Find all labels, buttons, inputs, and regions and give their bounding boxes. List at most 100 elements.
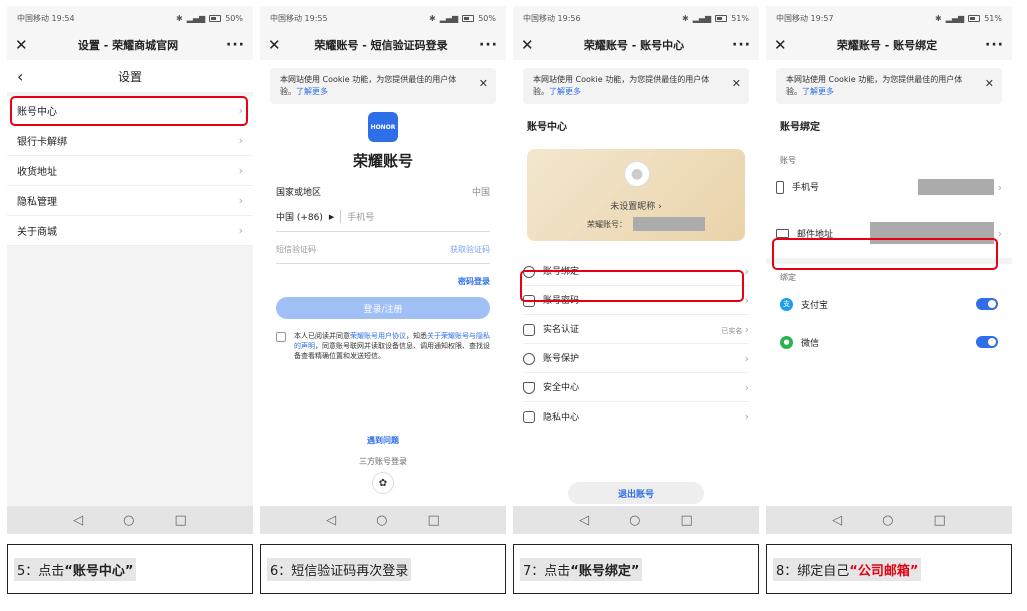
back-nav-icon[interactable]: ◁ <box>73 513 83 528</box>
section-title: 账号绑定 <box>780 122 820 133</box>
step-caption-5: 5：点击“账号中心” <box>7 544 253 594</box>
close-icon[interactable]: ✕ <box>732 78 741 90</box>
highlight-box <box>520 270 744 302</box>
problem-link[interactable]: 遇到问题 <box>260 435 506 446</box>
cookie-learn-more-link[interactable]: 了解更多 <box>296 87 328 96</box>
battery-icon <box>968 14 981 22</box>
agreement-text-a: 本人已阅读并同意 <box>294 332 350 340</box>
region-label: 国家或地区 <box>276 188 322 198</box>
phone-screen-3: 中国移动 19:56 ✱ ▂▄▆ 51% ✕ 荣耀账号 - 账号中心 ··· 本网站… <box>513 6 759 534</box>
caption-text: 7：点击“账号绑定” <box>520 557 643 581</box>
more-icon[interactable]: ··· <box>478 37 498 53</box>
huawei-login-icon[interactable]: ✿ <box>372 472 394 494</box>
settings-item-about[interactable]: 关于商城 › <box>7 216 253 246</box>
cookie-banner: 本网站使用 Cookie 功能，为您提供最佳的用户体验。了解更多 ✕ <box>776 68 1002 104</box>
signal-icon: ▂▄▆ <box>692 13 712 23</box>
cookie-learn-more-link[interactable]: 了解更多 <box>802 87 834 96</box>
carrier-time: 中国移动 19:54 <box>17 13 75 23</box>
step-caption-6: 6：短信验证码再次登录 <box>260 544 506 594</box>
wechat-label: 微信 <box>801 338 820 349</box>
region-value: 中国 <box>471 188 490 198</box>
phone-input[interactable]: 手机号 <box>340 210 374 223</box>
sms-input-row: 短信验证码 获取验证码 <box>276 244 490 264</box>
phone-binding-row[interactable]: 手机号 › <box>776 172 1002 202</box>
signal-icon: ▂▄▆ <box>945 13 965 23</box>
home-nav-icon[interactable]: ○ <box>882 513 893 528</box>
close-icon[interactable]: ✕ <box>985 78 994 90</box>
chevron-right-icon: › <box>744 264 749 278</box>
region-row[interactable]: 国家或地区 中国 <box>260 185 506 198</box>
more-icon[interactable]: ··· <box>984 37 1004 53</box>
recents-nav-icon[interactable]: □ <box>175 513 187 528</box>
close-icon[interactable]: ✕ <box>521 36 537 54</box>
nickname-row[interactable]: 未设置昵称 › <box>527 199 745 212</box>
android-nav-bar: ◁ ○ □ <box>260 506 506 534</box>
settings-header: ‹ 设置 <box>7 60 253 92</box>
android-nav-bar: ◁ ○ □ <box>766 506 1012 534</box>
bind-section-label: 绑定 <box>780 273 796 282</box>
signal-icon: ▂▄▆ <box>186 13 206 23</box>
menu-item-security[interactable]: 安全中心 › <box>523 373 749 402</box>
caret-right-icon: ▶ <box>328 212 335 221</box>
battery-percent: 50% <box>478 13 496 23</box>
more-icon[interactable]: ··· <box>225 37 245 53</box>
recents-nav-icon[interactable]: □ <box>428 513 440 528</box>
chevron-right-icon: › <box>744 410 749 423</box>
caption-strong: “账号中心” <box>64 563 134 579</box>
chevron-right-icon: › <box>744 322 749 336</box>
menu-item-real-name[interactable]: 实名认证 已实名 › <box>523 315 749 344</box>
login-register-button[interactable]: 登录/注册 <box>276 297 490 319</box>
more-icon[interactable]: ··· <box>731 37 751 53</box>
close-icon[interactable]: ✕ <box>268 36 284 54</box>
back-nav-icon[interactable]: ◁ <box>579 513 589 528</box>
settings-item-privacy[interactable]: 隐私管理 › <box>7 186 253 216</box>
phone-label: 手机号 <box>792 183 820 193</box>
android-nav-bar: ◁ ○ □ <box>7 506 253 534</box>
get-code-button[interactable]: 获取验证码 <box>450 244 490 255</box>
wechat-toggle[interactable] <box>976 336 998 348</box>
step-caption-8: 8：绑定自己“公司邮箱” <box>766 544 1012 594</box>
mobile-phone-icon <box>776 181 784 194</box>
profile-card[interactable]: ● 未设置昵称 › 荣耀账号： <box>527 149 745 241</box>
settings-item-bank-card[interactable]: 银行卡解绑 › <box>7 126 253 156</box>
home-nav-icon[interactable]: ○ <box>629 513 640 528</box>
recents-nav-icon[interactable]: □ <box>934 513 946 528</box>
battery-icon <box>209 14 222 22</box>
browser-topbar: ✕ 荣耀账号 - 短信验证码登录 ··· <box>260 30 506 60</box>
menu-item-label: 隐私中心 <box>543 412 580 423</box>
menu-item-protection[interactable]: 账号保护 › <box>523 344 749 373</box>
chevron-right-icon: › <box>238 194 243 207</box>
highlight-box <box>772 238 998 270</box>
password-login-link[interactable]: 密码登录 <box>276 276 490 287</box>
home-nav-icon[interactable]: ○ <box>376 513 387 528</box>
user-agreement-link[interactable]: 荣耀账号用户协议 <box>350 332 406 340</box>
battery-percent: 51% <box>731 13 749 23</box>
back-nav-icon[interactable]: ◁ <box>832 513 842 528</box>
back-icon[interactable]: ‹ <box>17 67 23 86</box>
agreement-checkbox[interactable] <box>276 332 286 342</box>
settings-item-label: 关于商城 <box>17 227 57 238</box>
android-nav-bar: ◁ ○ □ <box>513 506 759 534</box>
sms-code-input[interactable]: 短信验证码 <box>276 244 316 255</box>
alipay-icon: 支 <box>780 297 793 311</box>
settings-item-address[interactable]: 收货地址 › <box>7 156 253 186</box>
chevron-right-icon: › <box>238 164 243 177</box>
alipay-toggle[interactable] <box>976 298 998 310</box>
cookie-learn-more-link[interactable]: 了解更多 <box>549 87 581 96</box>
country-code-select[interactable]: 中国 (+86) <box>276 210 323 223</box>
close-icon[interactable]: ✕ <box>479 78 488 90</box>
recents-nav-icon[interactable]: □ <box>681 513 693 528</box>
step-caption-7: 7：点击“账号绑定” <box>513 544 759 594</box>
close-icon[interactable]: ✕ <box>774 36 790 54</box>
avatar[interactable]: ● <box>624 161 650 187</box>
logout-button[interactable]: 退出账号 <box>568 482 704 504</box>
bluetooth-icon: ✱ <box>176 13 183 23</box>
close-icon[interactable]: ✕ <box>15 36 31 54</box>
menu-item-privacy[interactable]: 隐私中心 › <box>523 402 749 431</box>
back-nav-icon[interactable]: ◁ <box>326 513 336 528</box>
window-title: 荣耀账号 - 账号中心 <box>583 39 685 52</box>
home-nav-icon[interactable]: ○ <box>123 513 134 528</box>
cookie-banner: 本网站使用 Cookie 功能，为您提供最佳的用户体验。了解更多 ✕ <box>270 68 496 104</box>
highlight-box <box>10 96 248 126</box>
user-shield-icon <box>523 352 535 365</box>
